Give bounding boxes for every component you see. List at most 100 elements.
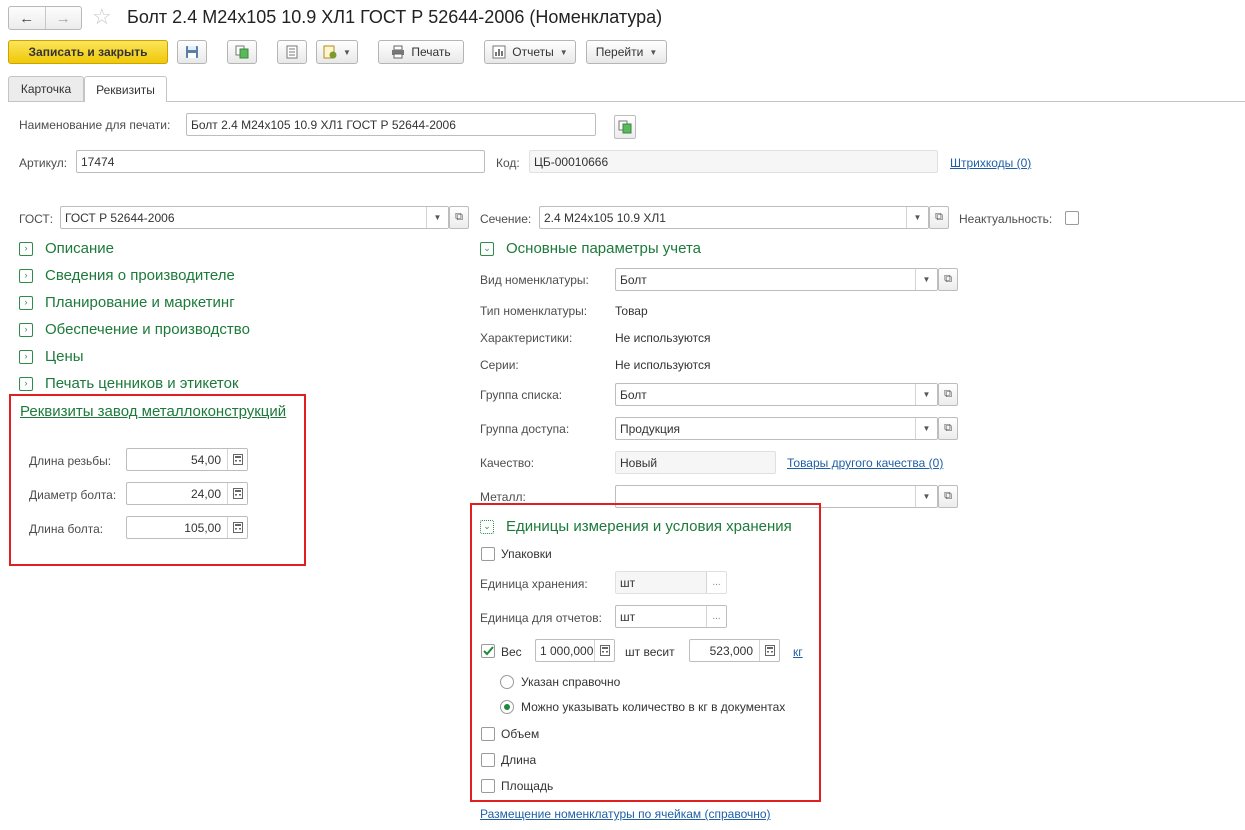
reports-button[interactable]: Отчеты ▼ [484,40,576,64]
calculator-icon[interactable] [594,640,614,661]
barcodes-link[interactable]: Штрихкоды (0) [950,156,1031,170]
storage-unit-value: шт [620,575,636,590]
print-name-label: Наименование для печати: [19,118,171,132]
group-units[interactable]: ⌄ Единицы измерения и условия хранения [480,518,792,535]
metal-open-button[interactable]: ⧉ [938,485,958,508]
kind-label: Вид номенклатуры: [480,273,589,287]
ellipsis-icon[interactable]: ... [706,606,726,627]
star-icon[interactable]: ☆ [92,4,112,30]
irrelevance-checkbox[interactable] [1065,211,1079,225]
weight-unit-link[interactable]: кг [793,645,803,659]
chevron-down-icon[interactable]: ▼ [915,269,937,290]
ellipsis-icon[interactable]: ... [706,572,726,593]
list-group-label: Группа списка: [480,388,563,402]
kind-value: Болт [620,272,647,287]
metal-label: Металл: [480,490,526,504]
chevron-down-icon[interactable]: ▼ [906,207,928,228]
radio-reference[interactable] [500,675,514,689]
back-button[interactable]: ← [9,7,45,29]
chevron-down-icon[interactable]: ▼ [426,207,448,228]
expand-icon: › [19,349,33,364]
characteristics-label: Характеристики: [480,331,573,345]
storage-unit-input[interactable]: шт ... [615,571,727,594]
characteristics-value: Не используются [615,331,711,345]
gost-value: ГОСТ Р 52644-2006 [65,210,175,225]
quality-input[interactable]: Новый [615,451,776,474]
access-group-select[interactable]: Продукция ▼ [615,417,938,440]
goto-button[interactable]: Перейти ▼ [586,40,667,64]
weight-checkbox[interactable] [481,644,495,658]
cell-placement-link[interactable]: Размещение номенклатуры по ячейкам (спра… [480,807,771,821]
open-window-icon: ⧉ [944,422,952,434]
bolt-diameter-label: Диаметр болта: [29,488,117,502]
group-prices[interactable]: › Цены [19,348,84,365]
tab-divider [8,101,1245,102]
chevron-down-icon[interactable]: ▼ [915,384,937,405]
chevron-down-icon[interactable]: ▼ [915,486,937,507]
type-label: Тип номенклатуры: [480,304,588,318]
radio-kg-docs[interactable] [500,700,514,714]
weight-quantity-input[interactable]: 1 000,000 [535,639,615,662]
bolt-diameter-input[interactable]: 24,00 [126,482,248,505]
area-checkbox[interactable] [481,779,495,793]
copy-name-button[interactable] [614,115,636,139]
bolt-length-input[interactable]: 105,00 [126,516,248,539]
calculator-icon[interactable] [227,517,247,538]
group-labels[interactable]: › Печать ценников и этикеток [19,375,239,392]
tab-requisites[interactable]: Реквизиты [84,76,167,102]
other-quality-link[interactable]: Товары другого качества (0) [787,456,943,470]
kind-select[interactable]: Болт ▼ [615,268,938,291]
article-label: Артикул: [19,156,68,170]
window-title: Болт 2.4 М24х105 10.9 ХЛ1 ГОСТ Р 52644-2… [127,7,663,27]
open-window-icon: ⧉ [944,490,952,502]
save-button[interactable] [177,40,207,64]
expand-icon: › [19,322,33,337]
print-name-input[interactable]: Болт 2.4 М24х105 10.9 ХЛ1 ГОСТ Р 52644-2… [186,113,596,136]
report-unit-input[interactable]: шт ... [615,605,727,628]
kind-open-button[interactable]: ⧉ [938,268,958,291]
calculator-icon[interactable] [227,483,247,504]
create-based-on-button[interactable]: ▼ [316,40,358,64]
open-window-icon: ⧉ [944,273,952,285]
group-planning[interactable]: › Планирование и маркетинг [19,294,235,311]
print-button[interactable]: Печать [378,40,464,64]
access-group-open-button[interactable]: ⧉ [938,417,958,440]
section-label: Сечение: [480,212,532,226]
section-select[interactable]: 2.4 М24х105 10.9 ХЛ1 ▼ [539,206,929,229]
group-description[interactable]: › Описание [19,240,114,257]
access-group-label: Группа доступа: [480,422,570,436]
gost-select[interactable]: ГОСТ Р 52644-2006 ▼ [60,206,449,229]
volume-checkbox[interactable] [481,727,495,741]
forward-button[interactable]: → [44,7,82,29]
group-main-params[interactable]: ⌄ Основные параметры учета [480,240,701,257]
group-units-label: Единицы измерения и условия хранения [506,518,792,535]
list-group-select[interactable]: Болт ▼ [615,383,938,406]
calculator-icon[interactable] [227,449,247,470]
section-open-button[interactable]: ⧉ [929,206,949,229]
group-supply[interactable]: › Обеспечение и производство [19,321,250,338]
series-label: Серии: [480,358,519,372]
caret-down-icon: ▼ [343,47,351,57]
list-group-open-button[interactable]: ⧉ [938,383,958,406]
group-labels-label: Печать ценников и этикеток [45,375,239,392]
gost-open-button[interactable]: ⧉ [449,206,469,229]
copy-button[interactable] [227,40,257,64]
thread-length-input[interactable]: 54,00 [126,448,248,471]
save-and-close-button[interactable]: Записать и закрыть [8,40,168,64]
thread-length-value: 54,00 [190,452,221,467]
article-input[interactable]: 17474 [76,150,485,173]
packages-checkbox[interactable] [481,547,495,561]
list-button[interactable] [277,40,307,64]
report-icon [492,45,506,59]
weight-value-input[interactable]: 523,000 [689,639,780,662]
calculator-icon[interactable] [759,640,779,661]
bolt-length-value: 105,00 [184,520,221,535]
printer-icon [392,45,405,59]
code-label: Код: [496,156,520,170]
plant-requisites-link[interactable]: Реквизиты завод металлоконструкций [20,403,286,420]
tab-card[interactable]: Карточка [8,76,84,101]
code-input[interactable]: ЦБ-00010666 [529,150,938,173]
length-checkbox[interactable] [481,753,495,767]
chevron-down-icon[interactable]: ▼ [915,418,937,439]
group-manufacturer[interactable]: › Сведения о производителе [19,267,235,284]
